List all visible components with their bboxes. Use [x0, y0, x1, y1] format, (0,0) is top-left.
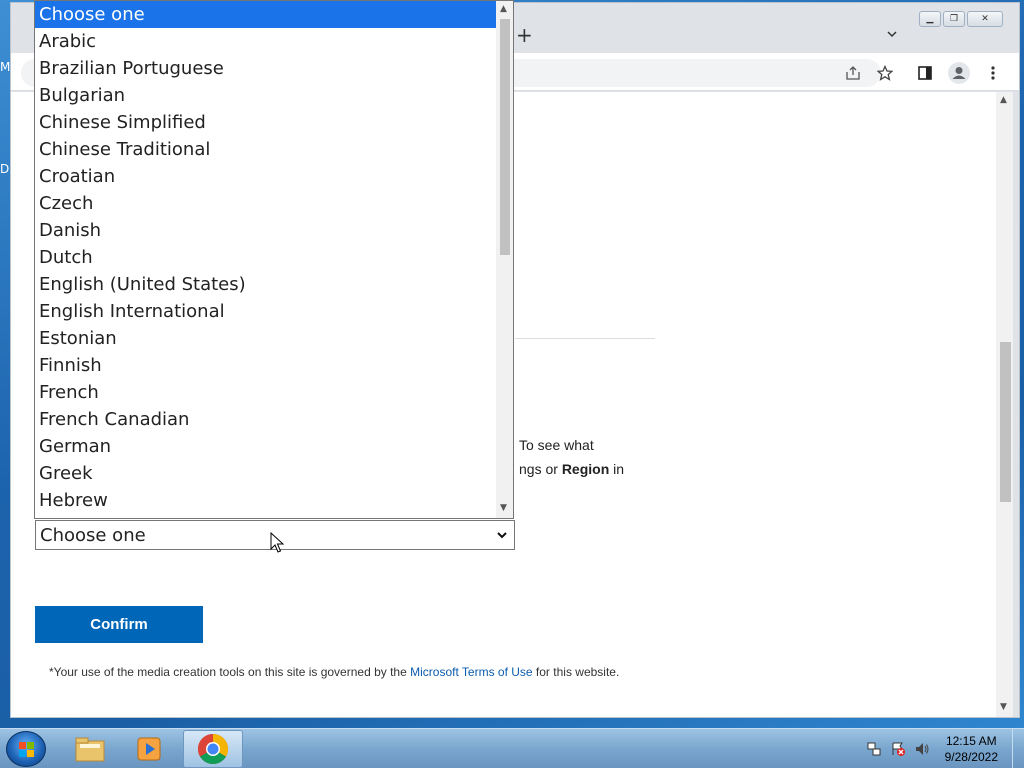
side-panel-icon[interactable]	[917, 65, 933, 81]
dropdown-option[interactable]: Danish	[35, 217, 513, 244]
dropdown-option[interactable]: Hebrew	[35, 487, 513, 514]
region-emphasis: Region	[561, 461, 610, 477]
share-icon[interactable]	[845, 65, 861, 81]
taskbar-chrome-button[interactable]	[183, 730, 243, 768]
window-controls: ▁ ❐ ✕	[919, 11, 1003, 27]
language-select-value: Choose one	[40, 525, 146, 546]
mouse-cursor-icon	[270, 532, 284, 553]
confirm-button[interactable]: Confirm	[35, 606, 203, 643]
taskbar-explorer-button[interactable]	[60, 730, 120, 768]
dropdown-option[interactable]: French Canadian	[35, 406, 513, 433]
info-text: ngs or	[519, 461, 562, 477]
chevron-down-icon	[497, 532, 507, 539]
clock-date: 9/28/2022	[944, 750, 998, 764]
dropdown-options: Choose one Arabic Brazilian Portuguese Bulg…	[35, 1, 513, 514]
dropdown-option[interactable]: Bulgarian	[35, 82, 513, 109]
dropdown-option[interactable]: Dutch	[35, 244, 513, 271]
info-text: To see what	[519, 437, 594, 453]
minimize-button[interactable]: ▁	[919, 11, 941, 27]
info-text: in	[609, 461, 625, 477]
taskbar: 12:15 AM 9/28/2022	[0, 728, 1024, 768]
scrollbar-thumb[interactable]	[1000, 342, 1011, 502]
dropdown-option[interactable]: French	[35, 379, 513, 406]
show-desktop-button[interactable]	[1012, 729, 1024, 768]
dropdown-option[interactable]: Brazilian Portuguese	[35, 55, 513, 82]
taskbar-media-player-button[interactable]	[120, 730, 180, 768]
dropdown-option[interactable]: Croatian	[35, 163, 513, 190]
terms-text: *Your use of the media creation tools on…	[49, 665, 411, 679]
dropdown-scrollbar[interactable]: ▲ ▼	[496, 1, 513, 518]
close-icon: ✕	[981, 14, 989, 24]
network-icon[interactable]	[866, 741, 882, 757]
media-player-icon	[137, 737, 161, 761]
info-paragraph-line: To see what	[519, 437, 594, 453]
page-scrollbar[interactable]: ▲ ▼	[996, 92, 1013, 717]
scroll-down-arrow-icon[interactable]: ▼	[1000, 702, 1007, 712]
close-button[interactable]: ✕	[967, 11, 1003, 27]
chrome-icon	[197, 734, 229, 765]
dropdown-option[interactable]: Greek	[35, 460, 513, 487]
dropdown-option[interactable]: Chinese Traditional	[35, 136, 513, 163]
clock-time: 12:15 AM	[945, 734, 997, 748]
divider	[515, 338, 655, 339]
windows-logo-icon	[19, 742, 34, 757]
scroll-down-arrow-icon[interactable]: ▼	[500, 503, 507, 513]
action-center-icon[interactable]	[890, 741, 906, 757]
dropdown-option[interactable]: Chinese Simplified	[35, 109, 513, 136]
dropdown-option[interactable]: Czech	[35, 190, 513, 217]
terms-of-use-link[interactable]: Microsoft Terms of Use	[410, 665, 532, 679]
more-menu-icon[interactable]	[985, 65, 1001, 81]
minimize-icon: ▁	[926, 14, 934, 24]
dropdown-option[interactable]: English International	[35, 298, 513, 325]
dropdown-scrollbar-thumb[interactable]	[500, 19, 510, 255]
desktop-icon-label[interactable]: D	[0, 162, 9, 176]
terms-text: for this website.	[532, 665, 620, 679]
volume-icon[interactable]	[914, 741, 930, 757]
dropdown-option[interactable]: Estonian	[35, 325, 513, 352]
desktop-icon-label[interactable]: M	[0, 60, 10, 74]
info-paragraph-line: ngs or Region in	[519, 461, 624, 477]
start-button[interactable]	[6, 731, 46, 767]
restore-button[interactable]: ❐	[943, 11, 965, 27]
scroll-up-arrow-icon[interactable]: ▲	[500, 4, 507, 14]
dropdown-option[interactable]: Choose one	[35, 1, 513, 28]
terms-notice: *Your use of the media creation tools on…	[49, 665, 619, 679]
profile-avatar-icon[interactable]	[948, 62, 970, 84]
scroll-up-arrow-icon[interactable]: ▲	[1000, 95, 1007, 105]
system-clock[interactable]: 12:15 AM 9/28/2022	[945, 733, 998, 765]
new-tab-button[interactable]: +	[516, 23, 533, 47]
dropdown-option[interactable]: Finnish	[35, 352, 513, 379]
restore-icon: ❐	[949, 14, 959, 24]
dropdown-option[interactable]: English (United States)	[35, 271, 513, 298]
tab-search-icon[interactable]	[887, 29, 897, 39]
dropdown-option[interactable]: Arabic	[35, 28, 513, 55]
dropdown-option[interactable]: German	[35, 433, 513, 460]
bookmark-star-icon[interactable]	[877, 65, 893, 81]
language-dropdown-list: Choose one Arabic Brazilian Portuguese Bulg…	[34, 0, 514, 519]
folder-icon	[75, 737, 105, 762]
